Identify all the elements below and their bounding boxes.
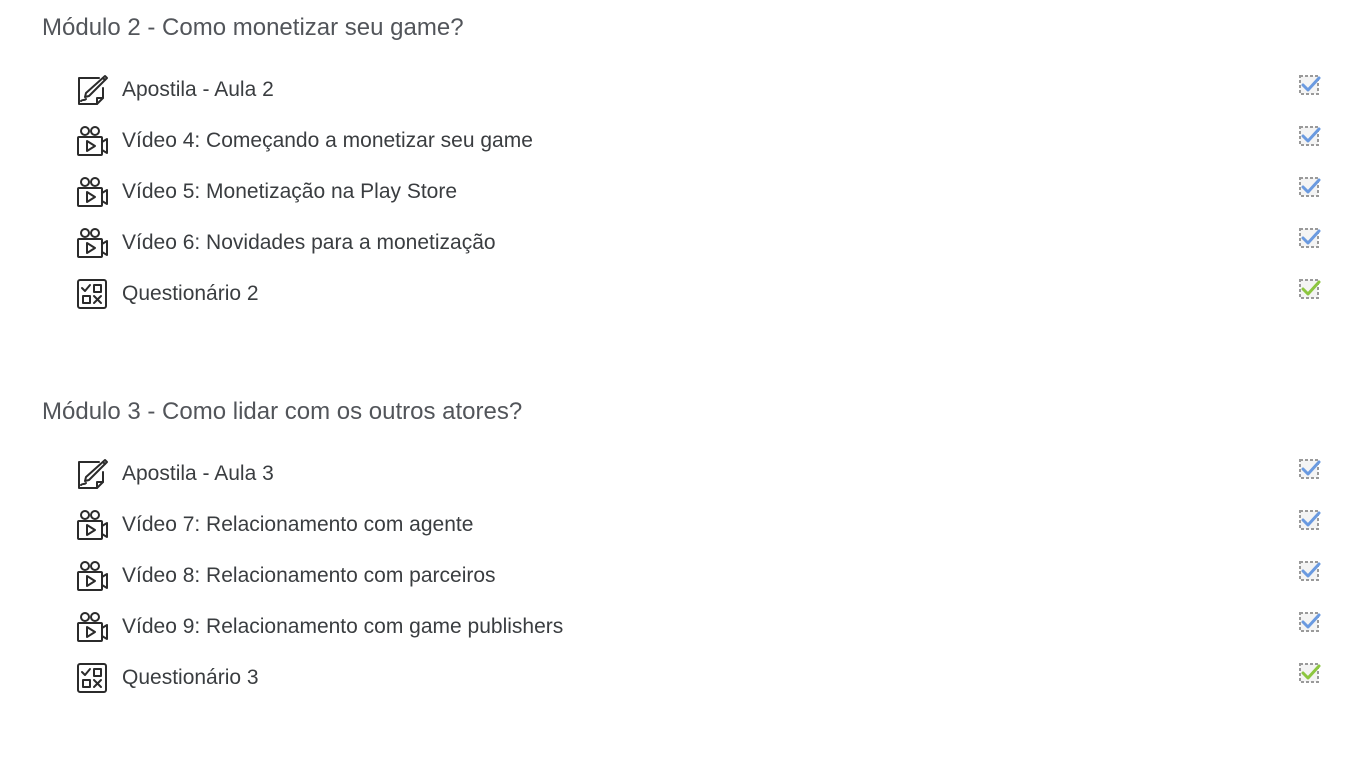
video-camera-icon xyxy=(75,176,109,208)
activity-apostila-aula-2: Apostila - Aula 2 xyxy=(0,70,1357,110)
checkmark-icon xyxy=(1299,177,1321,197)
quiz-icon xyxy=(75,278,109,310)
completion-checkbox[interactable] xyxy=(1298,73,1322,97)
activity-questionario-2: Questionário 2 xyxy=(0,274,1357,314)
completion-checkbox[interactable] xyxy=(1298,175,1322,199)
activity-link[interactable]: Questionário 2 xyxy=(122,281,259,307)
activity-video-4: Vídeo 4: Começando a monetizar seu game xyxy=(0,121,1357,161)
activity-link[interactable]: Vídeo 6: Novidades para a monetização xyxy=(122,230,496,256)
checkmark-icon xyxy=(1299,279,1321,299)
completion-checkbox[interactable] xyxy=(1298,226,1322,250)
completion-checkbox[interactable] xyxy=(1298,124,1322,148)
activity-apostila-aula-3: Apostila - Aula 3 xyxy=(0,454,1357,494)
section-title: Módulo 3 - Como lidar com os outros ator… xyxy=(42,398,523,425)
video-camera-icon xyxy=(75,509,109,541)
activity-questionario-3: Questionário 3 xyxy=(0,658,1357,698)
activity-video-5: Vídeo 5: Monetização na Play Store xyxy=(0,172,1357,212)
activity-link[interactable]: Apostila - Aula 3 xyxy=(122,461,274,487)
video-camera-icon xyxy=(75,227,109,259)
completion-checkbox[interactable] xyxy=(1298,508,1322,532)
assignment-pencil-icon xyxy=(75,74,109,106)
checkmark-icon xyxy=(1299,228,1321,248)
activity-link[interactable]: Apostila - Aula 2 xyxy=(122,77,274,103)
activity-link[interactable]: Vídeo 9: Relacionamento com game publish… xyxy=(122,614,563,640)
completion-checkbox[interactable] xyxy=(1298,610,1322,634)
checkmark-icon xyxy=(1299,459,1321,479)
activity-video-9: Vídeo 9: Relacionamento com game publish… xyxy=(0,607,1357,647)
quiz-icon xyxy=(75,662,109,694)
video-camera-icon xyxy=(75,560,109,592)
checkmark-icon xyxy=(1299,561,1321,581)
activity-link[interactable]: Vídeo 5: Monetização na Play Store xyxy=(122,179,457,205)
video-camera-icon xyxy=(75,125,109,157)
checkmark-icon xyxy=(1299,510,1321,530)
video-camera-icon xyxy=(75,611,109,643)
activity-video-6: Vídeo 6: Novidades para a monetização xyxy=(0,223,1357,263)
activity-link[interactable]: Questionário 3 xyxy=(122,665,259,691)
completion-checkbox[interactable] xyxy=(1298,457,1322,481)
completion-checkbox[interactable] xyxy=(1298,661,1322,685)
completion-checkbox[interactable] xyxy=(1298,559,1322,583)
activity-video-8: Vídeo 8: Relacionamento com parceiros xyxy=(0,556,1357,596)
checkmark-icon xyxy=(1299,612,1321,632)
assignment-pencil-icon xyxy=(75,458,109,490)
checkmark-icon xyxy=(1299,126,1321,146)
checkmark-icon xyxy=(1299,663,1321,683)
activity-link[interactable]: Vídeo 4: Começando a monetizar seu game xyxy=(122,128,533,154)
section-title: Módulo 2 - Como monetizar seu game? xyxy=(42,14,464,41)
activity-link[interactable]: Vídeo 7: Relacionamento com agente xyxy=(122,512,473,538)
activity-link[interactable]: Vídeo 8: Relacionamento com parceiros xyxy=(122,563,496,589)
completion-checkbox[interactable] xyxy=(1298,277,1322,301)
checkmark-icon xyxy=(1299,75,1321,95)
activity-video-7: Vídeo 7: Relacionamento com agente xyxy=(0,505,1357,545)
